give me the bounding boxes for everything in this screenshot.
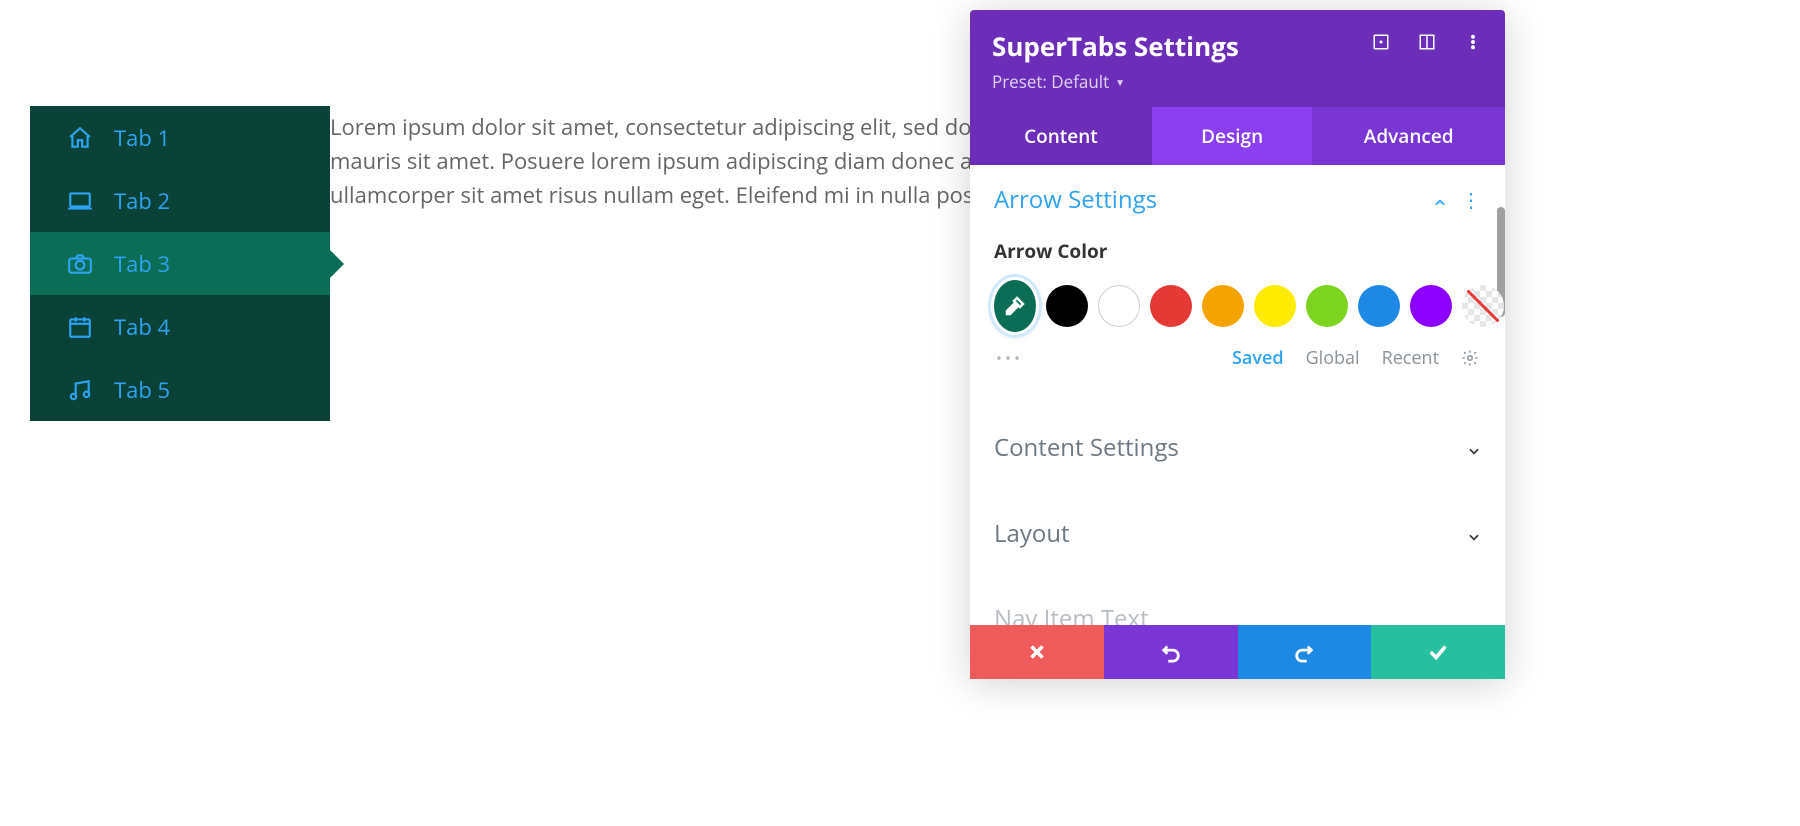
- swatch-orange[interactable]: [1202, 285, 1244, 327]
- chevron-down-icon: [1467, 441, 1481, 455]
- preset-selector[interactable]: Preset: Default ▼: [992, 70, 1483, 93]
- tab-label: Tab 2: [114, 186, 170, 216]
- gear-icon[interactable]: [1461, 349, 1479, 367]
- caret-down-icon: ▼: [1115, 75, 1125, 89]
- panel-body: Arrow Settings ⋮ Arrow Color: [970, 165, 1505, 625]
- swatch-purple[interactable]: [1410, 285, 1452, 327]
- undo-button[interactable]: [1104, 625, 1238, 679]
- section-content-settings[interactable]: Content Settings: [970, 404, 1505, 490]
- save-button[interactable]: [1371, 625, 1505, 679]
- panel-tab-advanced[interactable]: Advanced: [1312, 107, 1505, 165]
- tab-item-2[interactable]: Tab 2: [30, 169, 330, 232]
- music-icon: [64, 377, 96, 403]
- panel-tab-design[interactable]: Design: [1152, 107, 1313, 165]
- palette-source-row: ••• Saved Global Recent: [994, 346, 1481, 394]
- tab-label: Tab 1: [114, 123, 170, 153]
- swatch-transparent[interactable]: [1462, 285, 1504, 327]
- calendar-icon: [64, 314, 96, 340]
- section-title: Content Settings: [994, 431, 1179, 464]
- tab-label: Tab 3: [114, 249, 170, 279]
- more-vertical-icon[interactable]: [1463, 32, 1483, 52]
- redo-button[interactable]: [1238, 625, 1372, 679]
- panel-tab-bar: Content Design Advanced: [970, 107, 1505, 165]
- section-nav-item-text[interactable]: Nav Item Text: [970, 576, 1505, 625]
- more-horizontal-icon[interactable]: •••: [996, 347, 1023, 369]
- color-swatch-row: [994, 280, 1481, 332]
- tab-label: Tab 4: [114, 312, 170, 342]
- section-title: Arrow Settings: [994, 183, 1157, 216]
- swatch-red[interactable]: [1150, 285, 1192, 327]
- palette-tab-global[interactable]: Global: [1306, 346, 1360, 370]
- palette-tab-recent[interactable]: Recent: [1382, 346, 1439, 370]
- swatch-blue[interactable]: [1358, 285, 1400, 327]
- responsive-icon[interactable]: [1371, 32, 1391, 52]
- section-title: Nav Item Text: [994, 602, 1149, 625]
- tab-item-3[interactable]: Tab 3: [30, 232, 330, 295]
- preset-label: Preset: Default: [992, 70, 1109, 93]
- swatch-yellow[interactable]: [1254, 285, 1296, 327]
- section-title: Layout: [994, 517, 1070, 550]
- swatch-eyedropper[interactable]: [994, 280, 1036, 332]
- vertical-tab-list: Tab 1 Tab 2 Tab 3 Tab 4 Tab 5: [30, 106, 330, 421]
- tabs-preview: Tab 1 Tab 2 Tab 3 Tab 4 Tab 5: [30, 106, 330, 421]
- field-label-arrow-color: Arrow Color: [994, 238, 1481, 264]
- cancel-button[interactable]: [970, 625, 1104, 679]
- chevron-up-icon: [1433, 193, 1447, 207]
- panel-tab-content[interactable]: Content: [970, 107, 1152, 165]
- panel-header: SuperTabs Settings Preset: Default ▼: [970, 10, 1505, 107]
- swatch-white[interactable]: [1098, 285, 1140, 327]
- tab-label: Tab 5: [114, 375, 170, 405]
- tab-item-4[interactable]: Tab 4: [30, 295, 330, 358]
- panel-footer: [970, 625, 1505, 679]
- layout-toggle-icon[interactable]: [1417, 32, 1437, 52]
- section-layout[interactable]: Layout: [970, 490, 1505, 576]
- home-icon: [64, 125, 96, 151]
- chevron-down-icon: [1467, 527, 1481, 541]
- tab-item-1[interactable]: Tab 1: [30, 106, 330, 169]
- camera-icon: [64, 251, 96, 277]
- section-toggle-arrow[interactable]: Arrow Settings ⋮: [994, 183, 1481, 216]
- laptop-icon: [64, 188, 96, 214]
- tab-item-5[interactable]: Tab 5: [30, 358, 330, 421]
- panel-header-actions: [1371, 10, 1505, 52]
- swatch-green[interactable]: [1306, 285, 1348, 327]
- settings-panel: SuperTabs Settings Preset: Default ▼ Con…: [970, 10, 1505, 679]
- section-arrow-settings: Arrow Settings ⋮ Arrow Color: [970, 165, 1505, 404]
- swatch-black[interactable]: [1046, 285, 1088, 327]
- palette-tab-saved[interactable]: Saved: [1232, 346, 1284, 370]
